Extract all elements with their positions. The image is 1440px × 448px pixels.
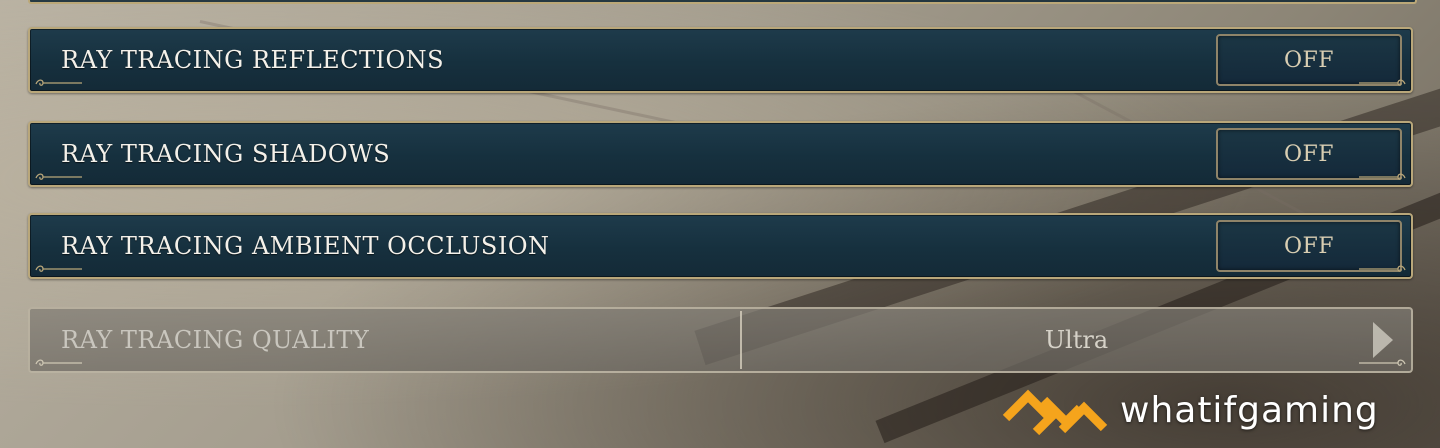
setting-row-rt-quality: RAY TRACING QUALITY Ultra [28,307,1413,373]
setting-label: RAY TRACING REFLECTIONS [61,46,445,74]
whatifgaming-logo-icon [1000,384,1110,444]
watermark-text: whatifgaming [1120,390,1379,431]
ornament-icon [34,264,84,274]
ornament-icon [1357,78,1407,88]
setting-row-rt-reflections[interactable]: RAY TRACING REFLECTIONS OFF [28,27,1413,93]
ornament-icon [1357,358,1407,368]
ornament-icon [1357,264,1407,274]
toggle-value: OFF [1283,233,1335,259]
chevron-right-icon [1373,322,1393,358]
setting-label: RAY TRACING QUALITY [61,326,370,354]
previous-setting-row-edge [28,0,1417,4]
ornament-icon [34,358,84,368]
toggle-value: OFF [1283,47,1335,73]
setting-label: RAY TRACING AMBIENT OCCLUSION [61,232,550,260]
toggle-value: OFF [1283,141,1335,167]
ornament-icon [34,172,84,182]
setting-row-rt-shadows[interactable]: RAY TRACING SHADOWS OFF [28,121,1413,187]
ornament-icon [34,78,84,88]
ornament-icon [1357,172,1407,182]
watermark-logo: whatifgaming [1000,384,1430,444]
setting-row-rt-ambient-occlusion[interactable]: RAY TRACING AMBIENT OCCLUSION OFF [28,213,1413,279]
setting-label: RAY TRACING SHADOWS [61,140,391,168]
rt-quality-value: Ultra [1044,326,1109,354]
